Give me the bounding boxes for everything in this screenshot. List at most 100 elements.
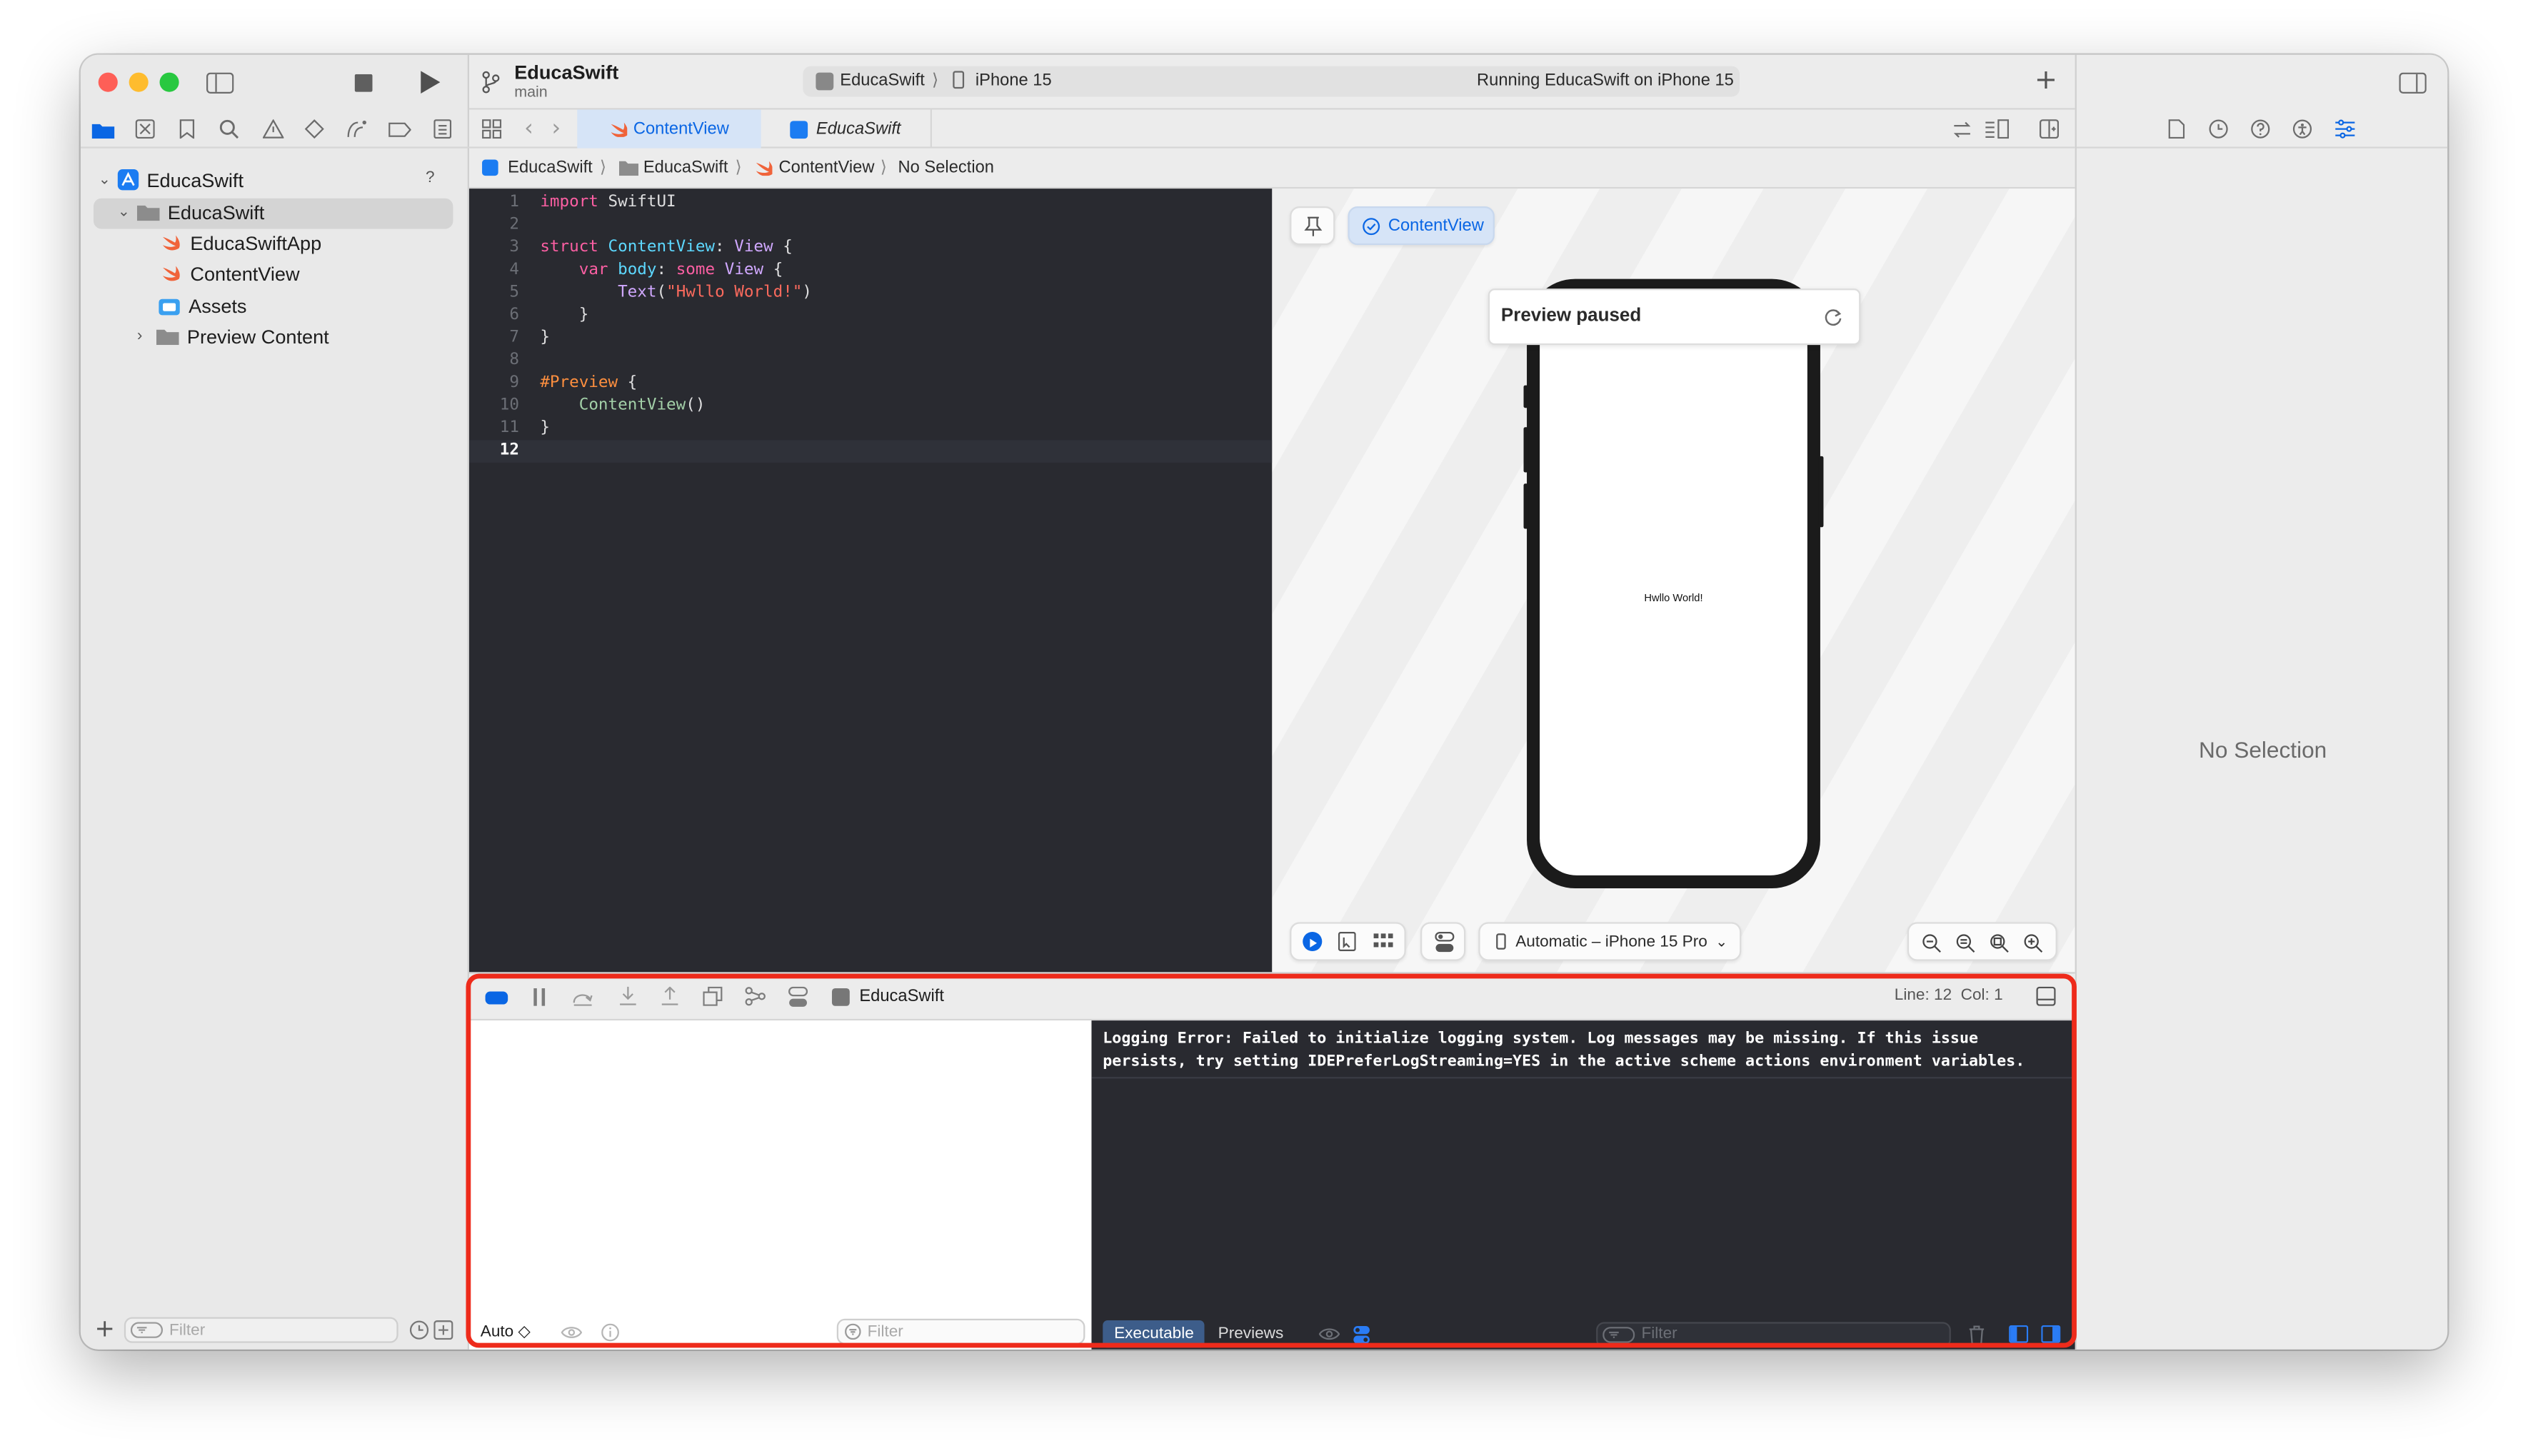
variables-filter-field[interactable]: Filter: [836, 1318, 1085, 1345]
eye-icon[interactable]: [1318, 1327, 1340, 1341]
view-hierarchy-icon[interactable]: [703, 986, 723, 1006]
zoom-in-icon[interactable]: [2023, 933, 2043, 953]
accessibility-inspector-icon[interactable]: [2292, 119, 2312, 139]
destination-selector[interactable]: iPhone 15: [975, 71, 1052, 90]
tree-item-project[interactable]: ⌄ EducaSwift: [99, 164, 244, 195]
close-window-button[interactable]: [98, 72, 118, 92]
breakpoint-navigator-icon[interactable]: [387, 116, 413, 142]
refresh-icon[interactable]: [1823, 308, 1842, 327]
tree-item-label: ContentView: [190, 261, 300, 285]
back-arrow-icon[interactable]: ‹: [519, 116, 538, 142]
show-console-icon[interactable]: [2041, 1325, 2061, 1343]
source-editor[interactable]: 1 import SwiftUI 2 3 struct ContentView: V…: [468, 189, 1273, 973]
forward-arrow-icon[interactable]: ›: [546, 116, 566, 142]
debug-navigator-icon[interactable]: [343, 116, 369, 142]
eye-icon[interactable]: [561, 1325, 583, 1340]
code-line: 9 #Preview {: [469, 373, 1272, 396]
pin-preview-button[interactable]: [1290, 206, 1335, 246]
tab-educaswift[interactable]: EducaSwift: [761, 109, 932, 149]
code-text: }: [540, 419, 550, 437]
bookmark-navigator-icon[interactable]: [174, 116, 200, 142]
breadcrumb-symbol[interactable]: No Selection: [898, 158, 994, 177]
live-preview-icon[interactable]: [1303, 931, 1323, 952]
chevron-down-icon[interactable]: ⌄: [99, 171, 118, 189]
attributes-inspector-icon[interactable]: [2334, 119, 2355, 139]
history-inspector-icon[interactable]: [2209, 119, 2228, 139]
breakpoints-toggle-icon[interactable]: [485, 991, 508, 1005]
editor-options-icon[interactable]: [1982, 116, 2011, 142]
variables-view[interactable]: Auto ◇ Filter: [468, 1020, 1092, 1350]
step-over-icon[interactable]: [572, 988, 593, 1006]
test-navigator-icon[interactable]: [301, 116, 327, 142]
info-icon[interactable]: [601, 1323, 619, 1342]
console-view[interactable]: Logging Error: Failed to initialize logg…: [1091, 1020, 2075, 1350]
tree-item-group-educaswift[interactable]: ⌄ EducaSwift: [118, 196, 265, 227]
inspector-selector-bar: [2076, 110, 2448, 149]
source-control-navigator-icon[interactable]: [132, 116, 158, 142]
recent-files-icon[interactable]: [408, 1319, 431, 1342]
variables-scope-picker[interactable]: Auto ◇: [481, 1324, 531, 1342]
show-variables-icon[interactable]: [2009, 1325, 2029, 1343]
tree-item-assets[interactable]: Assets: [158, 290, 246, 321]
device-picker[interactable]: Automatic – iPhone 15 Pro ⌄: [1478, 922, 1742, 961]
tree-item-preview-content[interactable]: › Preview Content: [137, 321, 329, 351]
code-line: 1 import SwiftUI: [469, 192, 1272, 215]
debug-area: EducaSwift Line: 12 Col: 1 Auto ◇ Filter…: [468, 972, 2075, 1350]
step-out-icon[interactable]: [661, 986, 679, 1006]
preview-canvas[interactable]: ContentView Hwllo World! Preview paused …: [1272, 189, 2075, 973]
chevron-right-icon[interactable]: ›: [137, 327, 156, 345]
issue-navigator-icon[interactable]: [259, 116, 285, 142]
code-text: #Preview {: [540, 373, 638, 392]
add-file-icon[interactable]: +: [94, 1315, 116, 1340]
device-settings-button[interactable]: [1420, 922, 1466, 961]
code-review-icon[interactable]: [1950, 116, 1975, 142]
console-tab-executable[interactable]: Executable: [1103, 1320, 1205, 1348]
inspector-toggle-icon[interactable]: [2396, 68, 2428, 97]
breadcrumb-group[interactable]: EducaSwift: [643, 158, 728, 177]
run-icon[interactable]: [414, 68, 443, 97]
filter-options-icon[interactable]: [1602, 1325, 1635, 1342]
selectable-mode-icon[interactable]: [1338, 931, 1356, 952]
pause-icon[interactable]: [532, 988, 546, 1006]
report-navigator-icon[interactable]: [429, 116, 455, 142]
split-editor-icon[interactable]: [2036, 116, 2062, 142]
environment-overrides-icon[interactable]: [788, 986, 808, 1008]
chevron-down-icon[interactable]: ⌄: [118, 203, 137, 221]
navigator-sidebar: ⌄ EducaSwift ? ⌄ EducaSwift EducaSwiftAp…: [80, 54, 469, 1350]
code-text: struct ContentView: View {: [540, 239, 793, 256]
project-navigator-icon[interactable]: [90, 116, 116, 142]
line-number: 3: [509, 239, 519, 256]
trash-icon[interactable]: [1969, 1325, 1985, 1344]
zoom-to-fit-icon[interactable]: [1990, 933, 2009, 953]
console-filter-field[interactable]: Filter: [1596, 1321, 1951, 1347]
tree-item-educaswiftapp[interactable]: EducaSwiftApp: [161, 227, 321, 258]
console-tab-previews[interactable]: Previews: [1218, 1325, 1284, 1343]
preview-chip-contentview[interactable]: ContentView: [1348, 206, 1495, 246]
iphone-icon: [953, 71, 965, 89]
quick-help-icon[interactable]: [2251, 119, 2270, 139]
breadcrumb-file[interactable]: ContentView: [778, 158, 874, 177]
zoom-100-icon[interactable]: [1956, 933, 1975, 953]
branch-icon[interactable]: [479, 69, 502, 95]
search-navigator-icon[interactable]: [216, 116, 242, 142]
variants-grid-icon[interactable]: [1373, 933, 1393, 950]
hide-debug-area-icon[interactable]: [2036, 986, 2056, 1006]
zoom-out-icon[interactable]: [1922, 933, 1941, 953]
breadcrumb-project[interactable]: EducaSwift: [508, 158, 593, 177]
scheme-selector[interactable]: EducaSwift: [840, 71, 925, 90]
memory-graph-icon[interactable]: [745, 987, 766, 1006]
metadata-options-icon[interactable]: [1353, 1325, 1370, 1344]
zoom-window-button[interactable]: [159, 72, 179, 92]
minimize-window-button[interactable]: [129, 72, 149, 92]
tree-item-contentview[interactable]: ContentView: [161, 258, 300, 288]
filter-options-icon[interactable]: [130, 1322, 164, 1338]
library-add-icon[interactable]: +: [2033, 66, 2059, 94]
sidebar-toggle-icon[interactable]: [203, 68, 235, 97]
related-items-grid-icon[interactable]: [479, 116, 505, 142]
step-into-icon[interactable]: [619, 986, 637, 1006]
file-inspector-icon[interactable]: [2168, 119, 2185, 139]
source-control-filter-icon[interactable]: [432, 1319, 455, 1342]
tab-contentview[interactable]: ContentView: [577, 109, 761, 149]
stop-icon[interactable]: [348, 69, 378, 95]
navigator-filter-field[interactable]: Filter: [124, 1317, 398, 1343]
